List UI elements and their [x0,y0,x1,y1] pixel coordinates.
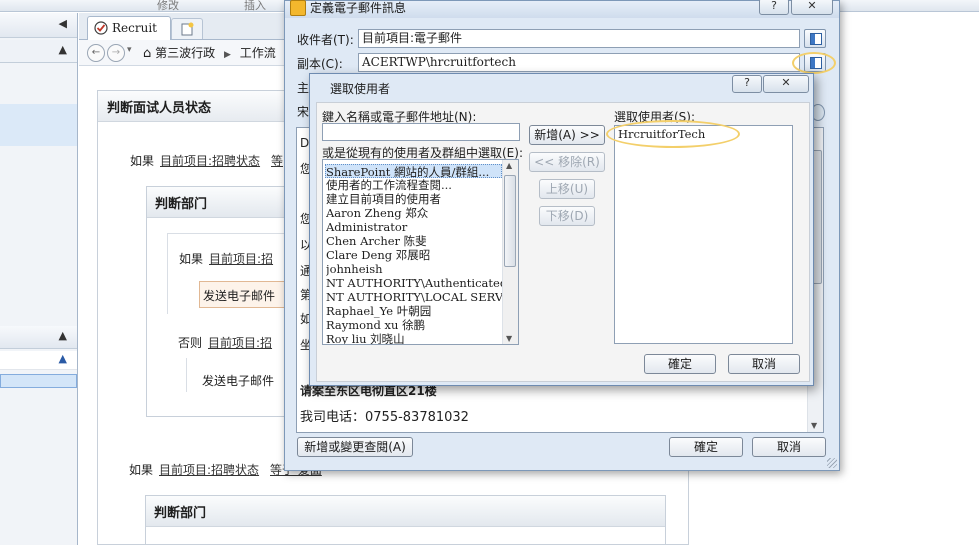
chevron-up-icon[interactable]: ▲ [59,329,67,342]
list-item[interactable]: Raymond xu 徐鹏 [326,318,502,332]
forward-arrow-icon[interactable]: → [107,44,125,62]
home-icon[interactable]: ⌂ [143,46,151,61]
select-users-panel: 鍵入名稱或電子郵件地址(N): 或是從現有的使用者及群組中選取(E): Shar… [316,102,810,382]
body-phone-line: 我司电话：0755-83781032 [300,410,469,425]
condition2-if-label: 如果 [129,463,154,477]
collapse-left-icon[interactable]: ◀ [59,17,67,30]
existing-users-list[interactable]: SharePoint 網站的人員/群組... 使用者的工作流程查閱... 建立目… [322,159,519,345]
nested-step-title[interactable]: 判断部门 [155,193,207,212]
scroll-down-arrow-icon[interactable]: ▼ [506,334,512,343]
help-button[interactable]: ? [759,0,789,15]
list-item[interactable]: Chen Archer 陈斐 [326,234,502,248]
list-item[interactable]: SharePoint 網站的人員/群組... [325,164,502,178]
email-dialog-icon [290,0,306,16]
outer-ok-button[interactable]: 確定 [669,437,743,457]
list-item[interactable]: Aaron Zheng 郑众 [326,206,502,220]
scroll-down-arrow-icon[interactable]: ▼ [811,421,817,430]
close-button[interactable]: ✕ [791,0,833,15]
list-item[interactable]: NT AUTHORITY\LOCAL SERVICE [326,290,502,304]
nav-pane-list-header[interactable]: ▲ [0,351,77,370]
subject-value-fragment[interactable]: 宋 [297,103,309,120]
name-email-input[interactable] [322,123,520,141]
highlight-ellipse-selected-user [606,120,740,148]
list-item[interactable]: johnheish [326,262,502,276]
nav-pane-section-header[interactable]: ▲ [0,326,77,349]
chevron-up-icon[interactable]: ▲ [59,43,67,56]
send-email-action-label: 发送电子邮件 [203,289,276,303]
breadcrumb-separator-icon: ▶ [223,50,231,60]
list-item[interactable]: NT AUTHORITY\Authenticated Users [326,276,502,290]
nested-if-label: 如果 [179,252,204,266]
nested-condition-field-link[interactable]: 目前项目:招 [209,250,273,267]
highlight-ellipse-cc [792,52,836,74]
list-item[interactable]: Administrator [326,220,502,234]
scroll-up-arrow-icon[interactable]: ▲ [506,161,512,170]
nav-selected-item[interactable] [0,374,77,388]
new-tab-button[interactable] [171,18,203,39]
select-users-title: 選取使用者 [330,82,391,96]
list-item[interactable]: 建立目前項目的使用者 [326,192,502,206]
resize-grip-icon[interactable] [827,458,837,468]
tab-recruit[interactable]: Recruit [87,16,171,41]
condition2-field-link[interactable]: 目前项目:招聘状态 [159,461,259,478]
to-label: 收件者(T): [297,33,354,47]
inner-cancel-button[interactable]: 取消 [728,354,800,374]
move-down-button[interactable]: 下移(D) [539,206,595,226]
condition-field-link[interactable]: 目前项目:招聘状态 [160,152,260,169]
add-change-lookup-button[interactable]: 新增或變更查閱(A) [297,437,413,457]
select-users-close-button[interactable]: ✕ [763,75,809,93]
nested-step-2-title[interactable]: 判断部门 [154,502,206,521]
ribbon-label-insert[interactable]: 插入 [244,0,266,13]
list-item[interactable]: Raphael_Ye 叶朝园 [326,304,502,318]
nested-step-box-2: 判断部门 [145,495,666,545]
to-address-book-button[interactable] [804,29,826,48]
new-page-icon [181,22,194,36]
existing-list-scroll-thumb[interactable] [504,175,516,267]
send-email-action[interactable]: 发送电子邮件 [199,281,287,308]
step-title[interactable]: 判断面试人员状态 [107,97,211,116]
list-item[interactable]: 使用者的工作流程查閱... [326,178,502,192]
remove-user-button[interactable]: << 移除(R) [529,152,605,172]
nav-pane-header[interactable]: ◀ [0,13,77,38]
ribbon-label-modify[interactable]: 修改 [157,0,179,13]
to-field[interactable]: 目前項目:電子郵件 [358,29,800,48]
breadcrumb-workflows[interactable]: 工作流 [240,46,276,60]
select-users-dialog: 選取使用者 ? ✕ 鍵入名稱或電子郵件地址(N): 或是從現有的使用者及群組中選… [309,73,814,386]
outer-cancel-button[interactable]: 取消 [752,437,826,457]
else-condition-field-link[interactable]: 目前项目:招 [208,334,272,351]
body-line-1: D [300,136,310,150]
tab-recruit-label: Recruit [112,21,157,35]
navigation-pane: ◀ ▲ ▲ ▲ [0,13,78,545]
inner-ok-button[interactable]: 確定 [644,354,716,374]
cc-field[interactable]: ACERTWP\hrcruitfortech [358,53,800,72]
send-email-action-2-label[interactable]: 发送电子邮件 [202,372,274,389]
condition-operator-link[interactable]: 等 [271,152,283,169]
history-dropdown-icon[interactable]: ▾ [127,45,132,55]
existing-list-scrollbar[interactable]: ▲ ▼ [502,160,518,344]
move-up-button[interactable]: 上移(U) [539,179,595,199]
subject-label: 主 [297,81,310,95]
define-email-titlebar: 定義電子郵件訊息 ? ✕ [285,0,839,18]
nav-selected-block[interactable] [0,104,77,146]
cc-label: 副本(C): [297,57,343,71]
condition-if-label: 如果 [130,154,155,168]
chevron-up-icon[interactable]: ▲ [59,352,67,365]
else-branch-line [186,358,187,392]
workflow-check-icon [94,21,108,35]
nav-pane-subheader[interactable]: ▲ [0,40,77,63]
list-item[interactable]: Clare Deng 邓展昭 [326,248,502,262]
nested-step-2-title-bar: 判断部门 [146,496,665,527]
back-arrow-icon[interactable]: ← [87,44,105,62]
breadcrumb-bar: ← → ▾ ⌂ 第三波行政 ▶ 工作流 [79,40,284,66]
add-user-button[interactable]: 新增(A) >> [529,125,605,145]
breadcrumb: ⌂ 第三波行政 ▶ 工作流 [143,44,276,61]
select-users-help-button[interactable]: ? [732,75,762,93]
selected-users-list[interactable]: HrcruitforTech [614,125,793,344]
address-book-icon [810,33,822,45]
list-item[interactable]: Roy liu 刘晓山 [326,332,502,344]
else-label: 否则 [178,336,203,350]
breadcrumb-site[interactable]: 第三波行政 [155,46,215,60]
document-tab-bar: Recruit [79,13,284,41]
define-email-title: 定義電子郵件訊息 [310,1,407,15]
